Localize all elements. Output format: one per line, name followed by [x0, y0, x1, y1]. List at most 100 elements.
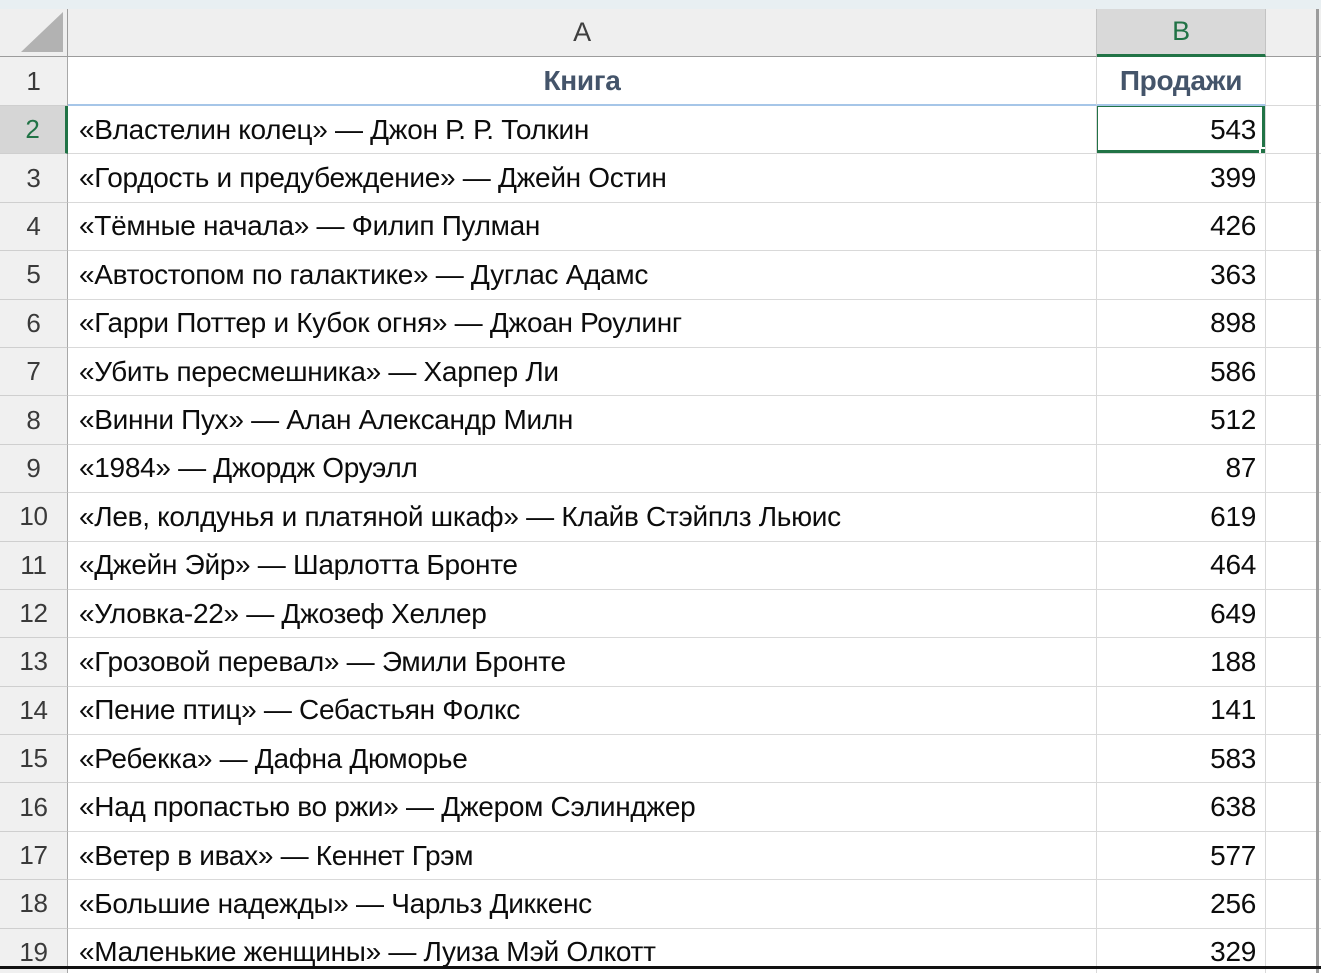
- table-row: 11 «Джейн Эйр» — Шарлотта Бронте 464: [0, 541, 1321, 590]
- table-row: 13 «Грозовой перевал» — Эмили Бронте 188: [0, 638, 1321, 687]
- book-cell[interactable]: «Тёмные начала» — Филип Пулман: [68, 202, 1097, 252]
- sales-cell[interactable]: 583: [1097, 735, 1266, 784]
- row-header-1[interactable]: 1: [0, 57, 68, 106]
- row-header[interactable]: 12: [0, 589, 68, 639]
- sales-cell[interactable]: 577: [1097, 831, 1266, 881]
- empty-cell[interactable]: [1266, 493, 1321, 542]
- table-header-row: 1 Книга Продажи: [0, 57, 1321, 106]
- sales-cell[interactable]: 188: [1097, 638, 1266, 687]
- window-bottom-border: [0, 966, 1321, 969]
- sales-cell[interactable]: 898: [1097, 299, 1266, 348]
- empty-cell[interactable]: [1266, 396, 1321, 445]
- data-rows: 2 «Властелин колец» — Джон Р. Р. Толкин …: [0, 106, 1321, 973]
- empty-cell[interactable]: [1266, 299, 1321, 348]
- book-cell[interactable]: «Автостопом по галактике» — Дуглас Адамс: [68, 251, 1097, 300]
- cell-b1-sales-header[interactable]: Продажи: [1097, 57, 1266, 106]
- book-cell[interactable]: «Винни Пух» — Алан Александр Милн: [68, 396, 1097, 445]
- sales-cell[interactable]: 363: [1097, 251, 1266, 300]
- empty-cell[interactable]: [1266, 251, 1321, 300]
- row-header[interactable]: 14: [0, 686, 68, 736]
- book-cell[interactable]: «Убить пересмешника» — Харпер Ли: [68, 347, 1097, 397]
- sales-cell[interactable]: 464: [1097, 541, 1266, 590]
- empty-cell[interactable]: [1266, 831, 1321, 881]
- book-cell[interactable]: «Ребекка» — Дафна Дюморье: [68, 735, 1097, 784]
- empty-cell[interactable]: [1266, 154, 1321, 203]
- sales-cell[interactable]: 256: [1097, 880, 1266, 929]
- book-cell[interactable]: «Гордость и предубеждение» — Джейн Остин: [68, 154, 1097, 203]
- book-cell[interactable]: «Уловка-22» — Джозеф Хеллер: [68, 589, 1097, 639]
- book-cell[interactable]: «Большие надежды» — Чарльз Диккенс: [68, 880, 1097, 929]
- empty-cell[interactable]: [1266, 444, 1321, 494]
- sales-cell[interactable]: 619: [1097, 493, 1266, 542]
- row-header[interactable]: 9: [0, 444, 68, 494]
- sales-cell[interactable]: 638: [1097, 783, 1266, 832]
- table-row: 15 «Ребекка» — Дафна Дюморье 583: [0, 735, 1321, 784]
- top-strip: [0, 0, 1321, 9]
- row-header[interactable]: 4: [0, 202, 68, 252]
- spreadsheet-window: A B 1 Книга Продажи 2 «Властелин колец» …: [0, 0, 1321, 973]
- book-cell[interactable]: «1984» — Джордж Оруэлл: [68, 444, 1097, 494]
- row-header[interactable]: 15: [0, 735, 68, 784]
- table-row: 8 «Винни Пух» — Алан Александр Милн 512: [0, 396, 1321, 445]
- column-header-c-partial[interactable]: [1266, 9, 1321, 57]
- book-cell[interactable]: «Властелин колец» — Джон Р. Р. Толкин: [68, 106, 1097, 155]
- empty-cell[interactable]: [1266, 783, 1321, 832]
- table-row: 12 «Уловка-22» — Джозеф Хеллер 649: [0, 589, 1321, 639]
- window-right-border: [1316, 9, 1319, 973]
- empty-cell[interactable]: [1266, 57, 1321, 106]
- sales-cell[interactable]: 141: [1097, 686, 1266, 736]
- row-header[interactable]: 10: [0, 493, 68, 542]
- book-cell[interactable]: «Пение птиц» — Себастьян Фолкс: [68, 686, 1097, 736]
- row-header[interactable]: 18: [0, 880, 68, 929]
- table-row: 6 «Гарри Поттер и Кубок огня» — Джоан Ро…: [0, 299, 1321, 348]
- select-all-button[interactable]: [0, 9, 68, 57]
- table-row: 7 «Убить пересмешника» — Харпер Ли 586: [0, 347, 1321, 397]
- empty-cell[interactable]: [1266, 589, 1321, 639]
- row-header[interactable]: 3: [0, 154, 68, 203]
- table-row: 18 «Большие надежды» — Чарльз Диккенс 25…: [0, 880, 1321, 929]
- table-row: 16 «Над пропастью во ржи» — Джером Сэлин…: [0, 783, 1321, 832]
- table-row: 4 «Тёмные начала» — Филип Пулман 426: [0, 202, 1321, 252]
- row-header[interactable]: 5: [0, 251, 68, 300]
- table-row: 9 «1984» — Джордж Оруэлл 87: [0, 444, 1321, 494]
- table-row: 17 «Ветер в ивах» — Кеннет Грэм 577: [0, 831, 1321, 881]
- row-header[interactable]: 2: [0, 106, 68, 155]
- empty-cell[interactable]: [1266, 202, 1321, 252]
- empty-cell[interactable]: [1266, 735, 1321, 784]
- empty-cell[interactable]: [1266, 347, 1321, 397]
- table-row: 2 «Властелин колец» — Джон Р. Р. Толкин …: [0, 106, 1321, 155]
- table-row: 3 «Гордость и предубеждение» — Джейн Ост…: [0, 154, 1321, 203]
- empty-cell[interactable]: [1266, 541, 1321, 590]
- empty-cell[interactable]: [1266, 880, 1321, 929]
- book-cell[interactable]: «Гарри Поттер и Кубок огня» — Джоан Роул…: [68, 299, 1097, 348]
- sales-cell[interactable]: 586: [1097, 347, 1266, 397]
- table-row: 5 «Автостопом по галактике» — Дуглас Ада…: [0, 251, 1321, 300]
- column-header-a[interactable]: A: [68, 9, 1097, 57]
- column-header-b[interactable]: B: [1097, 9, 1266, 57]
- book-cell[interactable]: «Грозовой перевал» — Эмили Бронте: [68, 638, 1097, 687]
- row-header[interactable]: 8: [0, 396, 68, 445]
- row-header[interactable]: 11: [0, 541, 68, 590]
- sales-cell[interactable]: 399: [1097, 154, 1266, 203]
- book-cell[interactable]: «Над пропастью во ржи» — Джером Сэлиндже…: [68, 783, 1097, 832]
- column-headers-row: A B: [0, 9, 1321, 57]
- sales-cell[interactable]: 649: [1097, 589, 1266, 639]
- sales-cell[interactable]: 87: [1097, 444, 1266, 494]
- cell-a1-book-header[interactable]: Книга: [68, 57, 1097, 106]
- empty-cell[interactable]: [1266, 638, 1321, 687]
- sales-cell[interactable]: 512: [1097, 396, 1266, 445]
- table-row: 14 «Пение птиц» — Себастьян Фолкс 141: [0, 686, 1321, 736]
- empty-cell[interactable]: [1266, 106, 1321, 155]
- sales-cell[interactable]: 426: [1097, 202, 1266, 252]
- row-header[interactable]: 13: [0, 638, 68, 687]
- row-header[interactable]: 16: [0, 783, 68, 832]
- book-cell[interactable]: «Лев, колдунья и платяной шкаф» — Клайв …: [68, 493, 1097, 542]
- active-cell-b2[interactable]: 543: [1097, 106, 1266, 155]
- book-cell[interactable]: «Ветер в ивах» — Кеннет Грэм: [68, 831, 1097, 881]
- sheet-grid: 1 Книга Продажи 2 «Властелин колец» — Дж…: [0, 57, 1321, 973]
- row-header[interactable]: 17: [0, 831, 68, 881]
- empty-cell[interactable]: [1266, 686, 1321, 736]
- book-cell[interactable]: «Джейн Эйр» — Шарлотта Бронте: [68, 541, 1097, 590]
- row-header[interactable]: 7: [0, 347, 68, 397]
- row-header[interactable]: 6: [0, 299, 68, 348]
